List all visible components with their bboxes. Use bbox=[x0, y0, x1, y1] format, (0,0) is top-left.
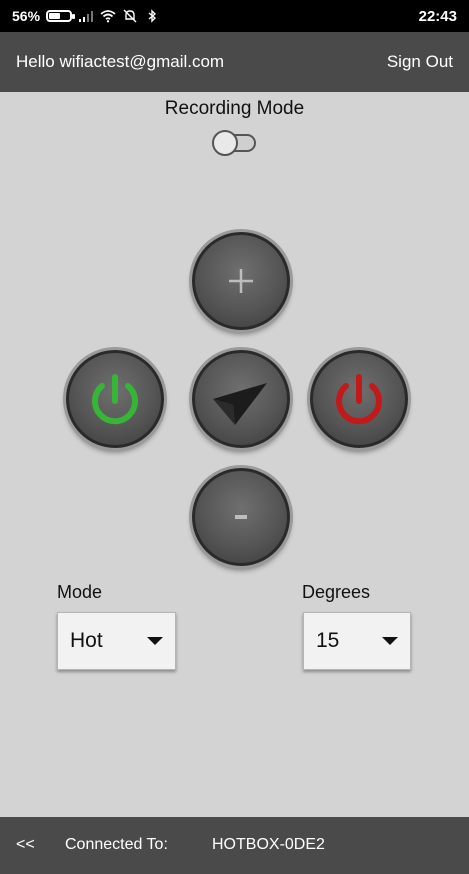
dropdown-arrow-icon bbox=[382, 637, 398, 645]
toggle-thumb bbox=[212, 130, 238, 156]
dropdown-arrow-icon bbox=[147, 637, 163, 645]
battery-percent: 56% bbox=[12, 8, 41, 24]
minus-icon bbox=[235, 515, 247, 519]
power-on-icon bbox=[92, 374, 138, 425]
plus-icon bbox=[229, 269, 253, 293]
power-off-button[interactable] bbox=[310, 350, 408, 448]
recording-mode-title: Recording Mode bbox=[164, 98, 305, 119]
muted-alarm-icon bbox=[123, 9, 137, 23]
sign-out-button[interactable]: Sign Out bbox=[387, 52, 453, 72]
send-button[interactable] bbox=[192, 350, 290, 448]
status-time: 22:43 bbox=[418, 7, 457, 25]
degrees-value: 15 bbox=[316, 629, 340, 652]
send-icon bbox=[213, 383, 267, 425]
bluetooth-icon bbox=[148, 9, 157, 23]
back-button[interactable]: << bbox=[16, 836, 35, 854]
degrees-dropdown[interactable]: 15 bbox=[303, 612, 411, 670]
wifi-icon bbox=[100, 10, 116, 23]
recording-mode-toggle[interactable] bbox=[212, 130, 258, 156]
degrees-label: Degrees bbox=[302, 582, 371, 602]
mode-label: Mode bbox=[57, 582, 103, 602]
connected-device-name: HOTBOX-0DE2 bbox=[212, 836, 325, 853]
power-on-button[interactable] bbox=[66, 350, 164, 448]
mode-dropdown[interactable]: Hot bbox=[57, 612, 176, 670]
increase-temperature-button[interactable] bbox=[192, 232, 290, 330]
app-bar: Hello wifiactest@gmail.com Sign Out bbox=[0, 32, 469, 92]
mode-value: Hot bbox=[70, 629, 103, 652]
greeting-text: Hello wifiactest@gmail.com bbox=[16, 52, 225, 71]
battery-icon bbox=[46, 10, 76, 22]
bottom-bar: << Connected To: HOTBOX-0DE2 bbox=[0, 817, 469, 874]
signal-icon bbox=[79, 11, 94, 22]
decrease-temperature-button[interactable] bbox=[192, 468, 290, 566]
status-bar: 56% 22:43 bbox=[0, 0, 469, 32]
power-off-icon bbox=[336, 374, 382, 425]
connected-to-label: Connected To: bbox=[65, 836, 168, 853]
status-left: 56% bbox=[12, 8, 160, 24]
